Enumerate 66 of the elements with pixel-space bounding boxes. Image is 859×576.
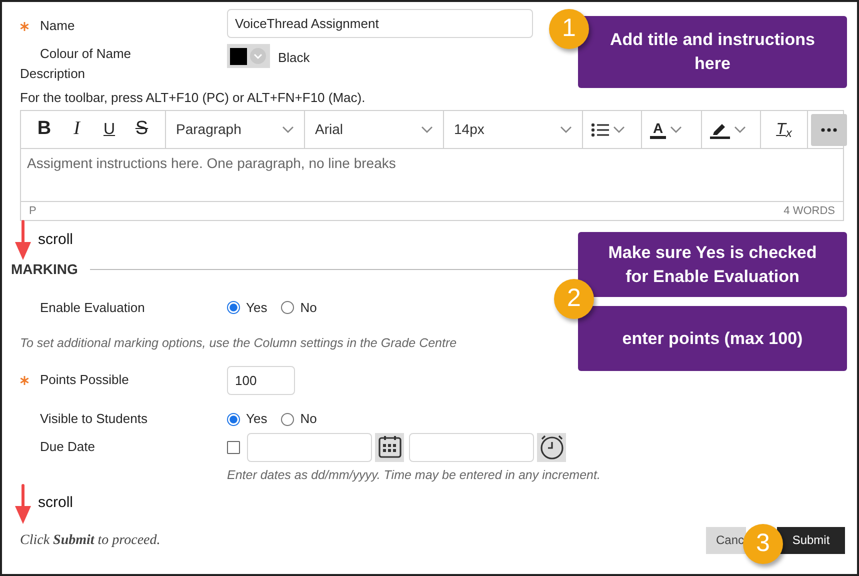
word-count: 4 WORDS — [784, 204, 835, 219]
editor-text: Assigment instructions here. One paragraph, no line breaks — [27, 155, 396, 171]
more-icon — [821, 128, 837, 132]
step-number: 1 — [549, 9, 589, 49]
chevron-down-icon — [282, 126, 294, 134]
list-icon — [591, 122, 609, 136]
submit-button[interactable]: Submit — [777, 526, 845, 554]
toolbar-hint: For the toolbar, press ALT+F10 (PC) or ALT+FN+F10 (Mac). — [20, 88, 366, 107]
bold-button[interactable]: B — [29, 114, 60, 144]
date-field[interactable] — [247, 432, 372, 462]
radio-label: Yes — [246, 299, 268, 317]
points-field[interactable]: 100 — [227, 366, 295, 396]
rich-text-editor[interactable]: B I U S Paragraph Arial 14px A T$_{x}$ Assigment instructions here. One paragraph, no line breaks P 4 WORDS — [20, 110, 844, 221]
radio-label: No — [300, 299, 317, 317]
field-label: Description — [20, 65, 86, 83]
callout-box: enter points (max 100) — [578, 306, 847, 371]
scroll-note: scroll — [38, 493, 74, 514]
text-colour-button[interactable]: A — [642, 111, 702, 148]
field-label: Due Date — [40, 438, 95, 456]
radio-button[interactable] — [227, 412, 240, 426]
footer-instruction: Click Submit to proceed. — [20, 532, 160, 550]
scroll-note: scroll — [38, 230, 74, 250]
colour-value: Black — [278, 49, 310, 67]
time-field[interactable] — [409, 432, 534, 462]
field-label: Name — [40, 17, 75, 35]
section-heading: MARKING — [11, 260, 78, 279]
radio-label: Yes — [246, 410, 268, 428]
italic-button[interactable]: I — [62, 114, 92, 144]
cancel-button[interactable]: Canc — [706, 526, 746, 554]
name-field[interactable]: VoiceThread Assignment — [227, 9, 533, 38]
clear-format-button[interactable]: T$_{x}$ — [761, 111, 808, 148]
chevron-down-icon — [421, 126, 433, 134]
field-label: Points Possible — [40, 371, 129, 390]
clock-button[interactable] — [537, 432, 566, 462]
checkbox[interactable] — [227, 440, 240, 454]
radio-button[interactable] — [281, 412, 294, 426]
step-number: 3 — [743, 524, 783, 564]
more-button[interactable] — [811, 114, 847, 146]
colour-picker[interactable] — [227, 44, 270, 68]
down-arrow-icon — [14, 220, 32, 260]
chevron-down-icon — [734, 126, 746, 134]
callout-box: Make sure Yes is checked for Enable Evaluation — [578, 232, 847, 297]
calendar-button[interactable] — [375, 432, 404, 462]
callout-box: Add title and instructions here — [578, 16, 847, 88]
help-text: Enter dates as dd/mm/yyyy. Time may be entered in any increment. — [227, 466, 600, 484]
element-path: P — [29, 204, 36, 219]
calendar-icon — [378, 435, 402, 460]
radio-label: No — [300, 410, 317, 428]
chevron-down-icon — [560, 126, 572, 134]
strike-button[interactable]: S — [126, 114, 157, 144]
field-label: Visible to Students — [40, 410, 148, 428]
radio-button[interactable] — [281, 301, 294, 314]
chevron-down-icon — [249, 47, 267, 65]
dropdown[interactable]: Paragraph — [166, 111, 305, 148]
chevron-down-icon — [670, 126, 682, 134]
radio-button[interactable] — [227, 301, 240, 314]
dropdown[interactable]: Arial — [305, 111, 444, 148]
help-text: To set additional marking options, use the Column settings in the Grade Centre — [20, 334, 457, 352]
field-label: Colour of Name — [40, 45, 132, 63]
chevron-down-icon — [613, 126, 625, 134]
underline-button[interactable]: U — [94, 114, 124, 144]
step-number: 2 — [554, 279, 594, 319]
down-arrow-icon — [14, 484, 32, 524]
dropdown[interactable]: 14px — [444, 111, 583, 148]
clock-icon — [538, 434, 564, 460]
field-label: Enable Evaluation — [40, 299, 145, 317]
